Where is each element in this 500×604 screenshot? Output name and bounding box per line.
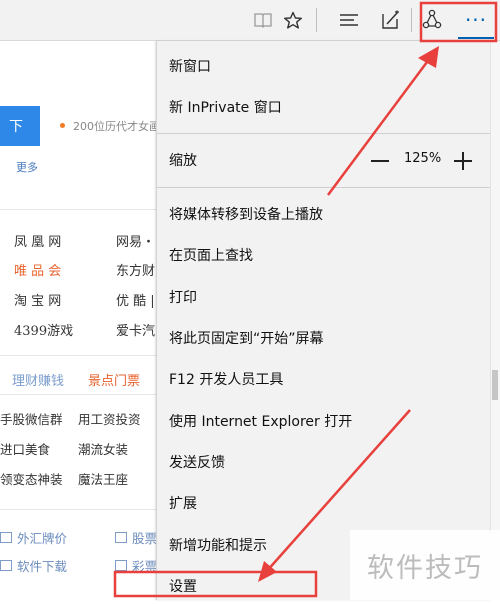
- favorites-star-icon[interactable]: [280, 6, 306, 34]
- service-link[interactable]: 彩票: [115, 556, 157, 575]
- menu-separator: [157, 187, 491, 188]
- stock-chart-icon: [115, 532, 127, 543]
- divider: [0, 355, 156, 356]
- site-link[interactable]: 凤 凰 网: [14, 231, 61, 250]
- service-link-label: 彩票: [132, 559, 158, 574]
- tab-finance[interactable]: 理财赚钱: [12, 370, 64, 389]
- download-icon: [0, 560, 12, 571]
- news-bullet-icon: [60, 123, 65, 128]
- divider: [0, 394, 156, 395]
- toolbar-separator: [411, 8, 412, 32]
- site-link[interactable]: 优 酷 |: [116, 290, 155, 309]
- site-link[interactable]: 东方财: [116, 260, 155, 279]
- menu-separator: [157, 133, 491, 134]
- scrollbar-thumb[interactable]: [492, 370, 498, 400]
- page-scrollbar[interactable]: [490, 41, 500, 600]
- site-link[interactable]: 爱卡汽: [116, 320, 155, 339]
- more-actions-active-indicator: [458, 37, 494, 39]
- browser-toolbar: ···: [0, 0, 500, 41]
- web-note-icon[interactable]: [376, 6, 404, 34]
- site-link[interactable]: 淘 宝 网: [14, 290, 61, 309]
- tab-tickets[interactable]: 景点门票: [88, 370, 140, 389]
- menu-item-cast-media[interactable]: 将媒体转移到设备上播放: [157, 196, 491, 232]
- site-link[interactable]: 4399游戏: [14, 320, 73, 339]
- menu-item-extensions[interactable]: 扩展: [157, 485, 491, 521]
- menu-item-print[interactable]: 打印: [157, 279, 491, 315]
- toolbar-separator: [316, 8, 317, 32]
- menu-item-new-window[interactable]: 新窗口: [157, 48, 491, 84]
- service-link[interactable]: 外汇牌价: [0, 528, 67, 547]
- zoom-level: 125%: [404, 151, 442, 166]
- service-link-label: 股票: [132, 531, 158, 546]
- watermark: 软件技巧: [350, 530, 500, 600]
- reading-view-icon[interactable]: [250, 6, 276, 34]
- menu-item-open-with-ie[interactable]: 使用 Internet Explorer 打开: [157, 403, 491, 439]
- more-actions-button[interactable]: ···: [457, 6, 495, 34]
- lottery-icon: [115, 560, 127, 571]
- service-link-label: 软件下载: [17, 559, 68, 574]
- page-blue-button-label: 下: [9, 119, 23, 135]
- news-link[interactable]: 200位历代才女画: [73, 118, 160, 134]
- more-link[interactable]: 更多: [16, 159, 38, 175]
- more-actions-icon: ···: [464, 8, 488, 32]
- content-link[interactable]: 用工资投资: [78, 409, 141, 428]
- menu-item-f12-developer-tools[interactable]: F12 开发人员工具: [157, 361, 491, 397]
- zoom-out-button[interactable]: [371, 160, 389, 162]
- service-link-label: 外汇牌价: [17, 531, 68, 546]
- service-link[interactable]: 软件下载: [0, 556, 67, 575]
- menu-item-find-on-page[interactable]: 在页面上查找: [157, 237, 491, 273]
- hub-icon[interactable]: [335, 6, 363, 34]
- menu-item-new-inprivate-window[interactable]: 新 InPrivate 窗口: [157, 89, 491, 125]
- site-link[interactable]: 网易・: [116, 231, 155, 250]
- zoom-in-button[interactable]: [454, 152, 472, 170]
- content-link[interactable]: 魔法王座: [78, 469, 128, 488]
- content-link[interactable]: 手股微信群: [0, 409, 63, 428]
- menu-item-send-feedback[interactable]: 发送反馈: [157, 444, 491, 480]
- divider: [0, 509, 156, 510]
- site-link[interactable]: 唯 品 会: [14, 260, 61, 279]
- exchange-rate-icon: [0, 532, 12, 543]
- service-link[interactable]: 股票: [115, 528, 157, 547]
- content-link[interactable]: 进口美食: [0, 439, 50, 458]
- more-actions-menu: 新窗口 新 InPrivate 窗口 缩放 125% 将媒体转移到设备上播放 在…: [156, 41, 491, 600]
- divider: [0, 209, 156, 210]
- share-icon[interactable]: [418, 6, 446, 34]
- content-link[interactable]: 领变态神装: [0, 469, 63, 488]
- page-blue-button[interactable]: 下: [0, 106, 40, 146]
- content-link[interactable]: 潮流女装: [78, 439, 128, 458]
- menu-item-pin-to-start[interactable]: 将此页固定到“开始”屏幕: [157, 320, 491, 356]
